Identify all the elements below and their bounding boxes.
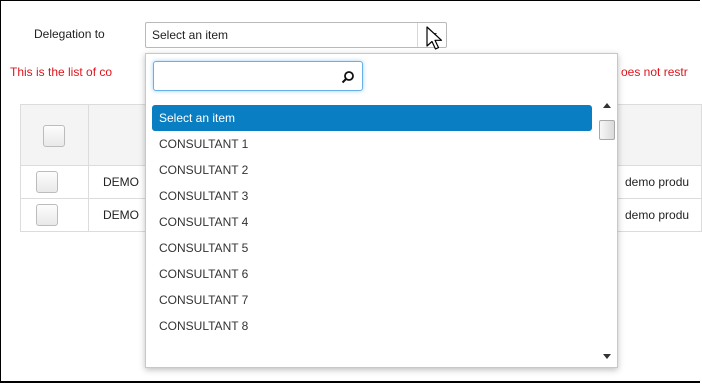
select-dropdown: Select an item CONSULTANT 1 CONSULTANT 2… bbox=[145, 53, 618, 368]
row-product: demo produ bbox=[625, 175, 690, 189]
scroll-up-arrow-icon[interactable] bbox=[603, 103, 611, 108]
column-divider bbox=[88, 199, 89, 231]
dropdown-search-input[interactable] bbox=[153, 61, 363, 91]
info-message-right: oes not restr bbox=[621, 65, 688, 79]
column-divider bbox=[88, 105, 89, 165]
dropdown-option[interactable]: CONSULTANT 3 bbox=[152, 183, 592, 209]
dropdown-option[interactable]: CONSULTANT 7 bbox=[152, 287, 592, 313]
select-all-checkbox[interactable] bbox=[43, 125, 65, 147]
column-divider bbox=[88, 166, 89, 198]
dropdown-option[interactable]: CONSULTANT 2 bbox=[152, 157, 592, 183]
row-name: DEMO bbox=[103, 208, 139, 222]
mouse-cursor-icon bbox=[426, 26, 443, 50]
row-product: demo produ bbox=[625, 208, 690, 222]
delegation-select[interactable]: Select an item bbox=[145, 22, 447, 48]
info-message-left: This is the list of co bbox=[10, 65, 113, 79]
delegation-select-value: Select an item bbox=[152, 28, 229, 42]
dropdown-options: Select an item CONSULTANT 1 CONSULTANT 2… bbox=[152, 105, 592, 339]
delegation-label: Delegation to bbox=[34, 27, 105, 41]
dropdown-scrollbar[interactable] bbox=[597, 97, 617, 367]
row-name: DEMO bbox=[103, 175, 139, 189]
scrollbar-thumb[interactable] bbox=[599, 120, 615, 140]
dropdown-option[interactable]: CONSULTANT 8 bbox=[152, 313, 592, 339]
dropdown-option[interactable]: CONSULTANT 6 bbox=[152, 261, 592, 287]
dropdown-option[interactable]: CONSULTANT 1 bbox=[152, 131, 592, 157]
dropdown-option[interactable]: CONSULTANT 4 bbox=[152, 209, 592, 235]
row-checkbox[interactable] bbox=[36, 204, 58, 226]
dropdown-option[interactable]: Select an item bbox=[152, 105, 592, 131]
row-checkbox[interactable] bbox=[36, 171, 58, 193]
search-icon bbox=[341, 71, 354, 84]
dropdown-option[interactable]: CONSULTANT 5 bbox=[152, 235, 592, 261]
scroll-down-arrow-icon[interactable] bbox=[603, 354, 611, 359]
